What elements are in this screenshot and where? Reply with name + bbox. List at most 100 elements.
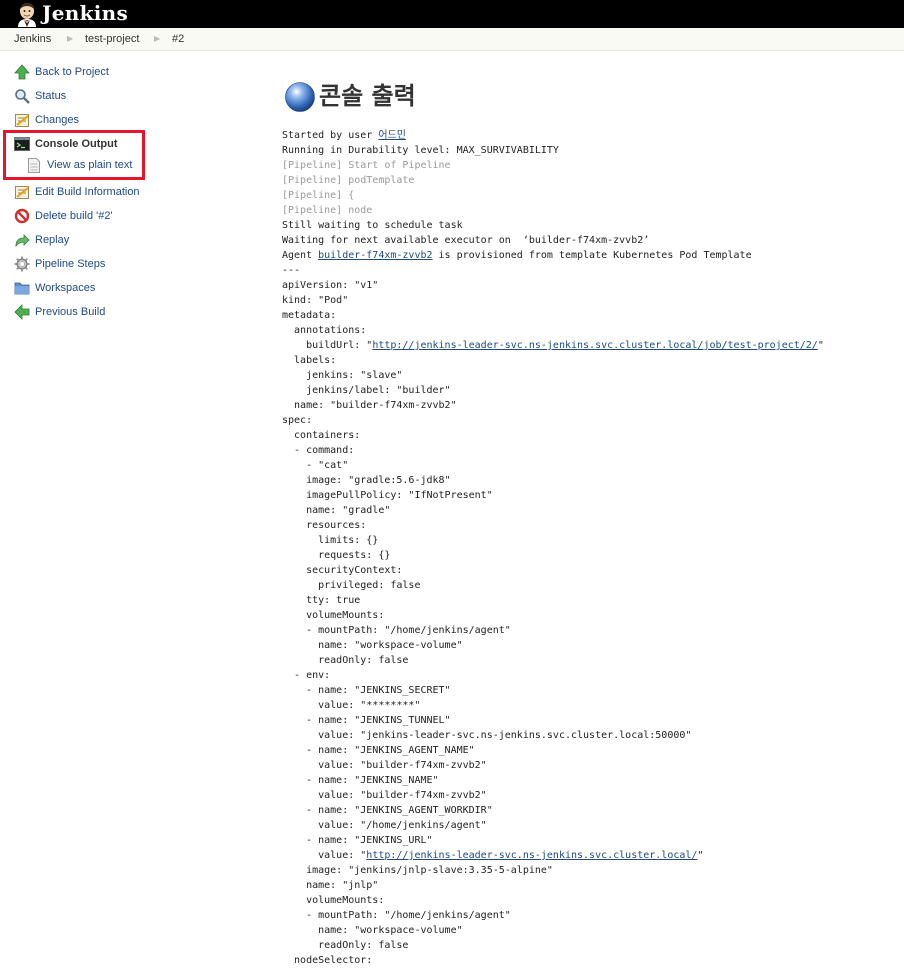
- console-text: value: "builder-f74xm-zvvb2": [282, 790, 487, 801]
- console-line: - name: "JENKINS_NAME": [282, 773, 892, 788]
- console-line: privileged: false: [282, 578, 892, 593]
- console-text: - name: "JENKINS_AGENT_WORKDIR": [282, 805, 493, 816]
- console-text: securityContext:: [282, 565, 403, 576]
- console-output-log: Started by user 어드민 Running in Durability…: [282, 128, 892, 968]
- blue-ball-icon: [285, 82, 315, 112]
- console-text: Still waiting to schedule task: [282, 220, 463, 231]
- sidebar-item-label: Replay: [35, 234, 70, 246]
- console-text: spec:: [282, 415, 313, 426]
- console-pipeline-line: [Pipeline] Start of Pipeline: [282, 158, 892, 173]
- console-text: jenkins: "slave": [282, 370, 403, 381]
- console-line: name: "jnlp": [282, 878, 892, 893]
- console-link[interactable]: http://jenkins-leader-svc.ns-jenkins.svc…: [372, 340, 818, 351]
- console-text: image: "gradle:5.6-jdk8": [282, 475, 451, 486]
- console-text: ": [817, 340, 824, 351]
- sidebar-item-label: Delete build '#2': [35, 210, 113, 222]
- console-text: ---: [282, 265, 301, 276]
- console-text: ": [697, 850, 704, 861]
- console-line: name: "gradle": [282, 503, 892, 518]
- console-pipeline-line: [Pipeline] podTemplate: [282, 173, 892, 188]
- breadcrumb-test-project[interactable]: test-project: [85, 28, 139, 50]
- left-arrow-icon: [14, 304, 30, 320]
- console-text: volumeMounts:: [282, 610, 385, 621]
- console-line: readOnly: false: [282, 938, 892, 953]
- console-text: name: "workspace-volume": [282, 640, 463, 651]
- up-arrow-icon: [14, 64, 30, 80]
- search-icon: [15, 89, 30, 104]
- console-text: value: "********": [282, 700, 421, 711]
- console-line: ---: [282, 263, 892, 278]
- console-line: annotations:: [282, 323, 892, 338]
- console-line: - mountPath: "/home/jenkins/agent": [282, 623, 892, 638]
- console-text: apiVersion: "v1": [282, 280, 379, 291]
- console-link[interactable]: 어드민: [378, 130, 406, 141]
- console-line: - name: "JENKINS_TUNNEL": [282, 713, 892, 728]
- console-text: value: "jenkins-leader-svc.ns-jenkins.sv…: [282, 730, 692, 741]
- console-line: value: "builder-f74xm-zvvb2": [282, 758, 892, 773]
- console-link[interactable]: builder-f74xm-zvvb2: [318, 250, 432, 261]
- console-text: - name: "JENKINS_NAME": [282, 775, 439, 786]
- console-text: name: "jnlp": [282, 880, 379, 891]
- console-line: Started by user 어드민: [282, 128, 892, 143]
- breadcrumb: Jenkins ▶ test-project ▶ #2: [0, 28, 904, 51]
- notepad-icon: [15, 186, 29, 199]
- console-text: annotations:: [282, 325, 367, 336]
- console-text: - name: "JENKINS_AGENT_NAME": [282, 745, 475, 756]
- console-text: containers:: [282, 430, 361, 441]
- console-text: Running in Durability level: MAX_SURVIVA…: [282, 145, 559, 156]
- jenkins-butler-logo[interactable]: [14, 1, 40, 27]
- console-pipeline-line: [Pipeline] {: [282, 188, 892, 203]
- console-text: value: "/home/jenkins/agent": [282, 820, 487, 831]
- folder-icon: [14, 282, 30, 295]
- console-line: containers:: [282, 428, 892, 443]
- console-line: - mountPath: "/home/jenkins/agent": [282, 908, 892, 923]
- console-line: name: "workspace-volume": [282, 638, 892, 653]
- console-text: name: "workspace-volume": [282, 925, 463, 936]
- console-text: resources:: [282, 520, 367, 531]
- breadcrumb-jenkins[interactable]: Jenkins: [14, 28, 51, 50]
- console-line: metadata:: [282, 308, 892, 323]
- console-line: resources:: [282, 518, 892, 533]
- console-line: - command:: [282, 443, 892, 458]
- console-line: - name: "JENKINS_AGENT_WORKDIR": [282, 803, 892, 818]
- app-logo-text[interactable]: Jenkins: [42, 0, 128, 28]
- console-line: kind: "Pod": [282, 293, 892, 308]
- console-line: jenkins/label: "builder": [282, 383, 892, 398]
- sidebar-item-label: Status: [35, 90, 67, 102]
- console-text: - name: "JENKINS_TUNNEL": [282, 715, 451, 726]
- console-text: [Pipeline] {: [282, 190, 355, 201]
- console-text: kind: "Pod": [282, 295, 349, 306]
- breadcrumb-build-2[interactable]: #2: [172, 28, 184, 50]
- console-text: Agent: [282, 250, 319, 261]
- console-line: requests: {}: [282, 548, 892, 563]
- console-output-highlight: [3, 130, 145, 180]
- console-line: labels:: [282, 353, 892, 368]
- console-text: readOnly: false: [282, 655, 409, 666]
- console-line: value: "jenkins-leader-svc.ns-jenkins.sv…: [282, 728, 892, 743]
- console-link[interactable]: http://jenkins-leader-svc.ns-jenkins.svc…: [366, 850, 697, 861]
- console-line: image: "jenkins/jnlp-slave:3.35-5-alpine…: [282, 863, 892, 878]
- console-line: tty: true: [282, 593, 892, 608]
- console-line: limits: {}: [282, 533, 892, 548]
- breadcrumb-separator-icon: ▶: [67, 34, 74, 43]
- console-text: - name: "JENKINS_URL": [282, 835, 433, 846]
- page-title: 콘솔 출력: [319, 82, 416, 110]
- console-line: jenkins: "slave": [282, 368, 892, 383]
- console-line: spec:: [282, 413, 892, 428]
- console-text: image: "jenkins/jnlp-slave:3.35-5-alpine…: [282, 865, 553, 876]
- console-text: - command:: [282, 445, 355, 456]
- console-line: imagePullPolicy: "IfNotPresent": [282, 488, 892, 503]
- console-text: name: "gradle": [282, 505, 391, 516]
- console-text: tty: true: [282, 595, 361, 606]
- gear-icon: [14, 256, 30, 272]
- console-text: metadata:: [282, 310, 337, 321]
- console-line: Agent builder-f74xm-zvvb2 is provisioned…: [282, 248, 892, 263]
- console-line: buildUrl: "http://jenkins-leader-svc.ns-…: [282, 338, 892, 353]
- breadcrumb-separator-icon: ▶: [154, 34, 161, 43]
- top-header: Jenkins: [0, 0, 904, 28]
- console-text: name: "builder-f74xm-zvvb2": [282, 400, 457, 411]
- console-line: name: "builder-f74xm-zvvb2": [282, 398, 892, 413]
- console-line: volumeMounts:: [282, 608, 892, 623]
- console-text: labels:: [282, 355, 337, 366]
- console-line: Still waiting to schedule task: [282, 218, 892, 233]
